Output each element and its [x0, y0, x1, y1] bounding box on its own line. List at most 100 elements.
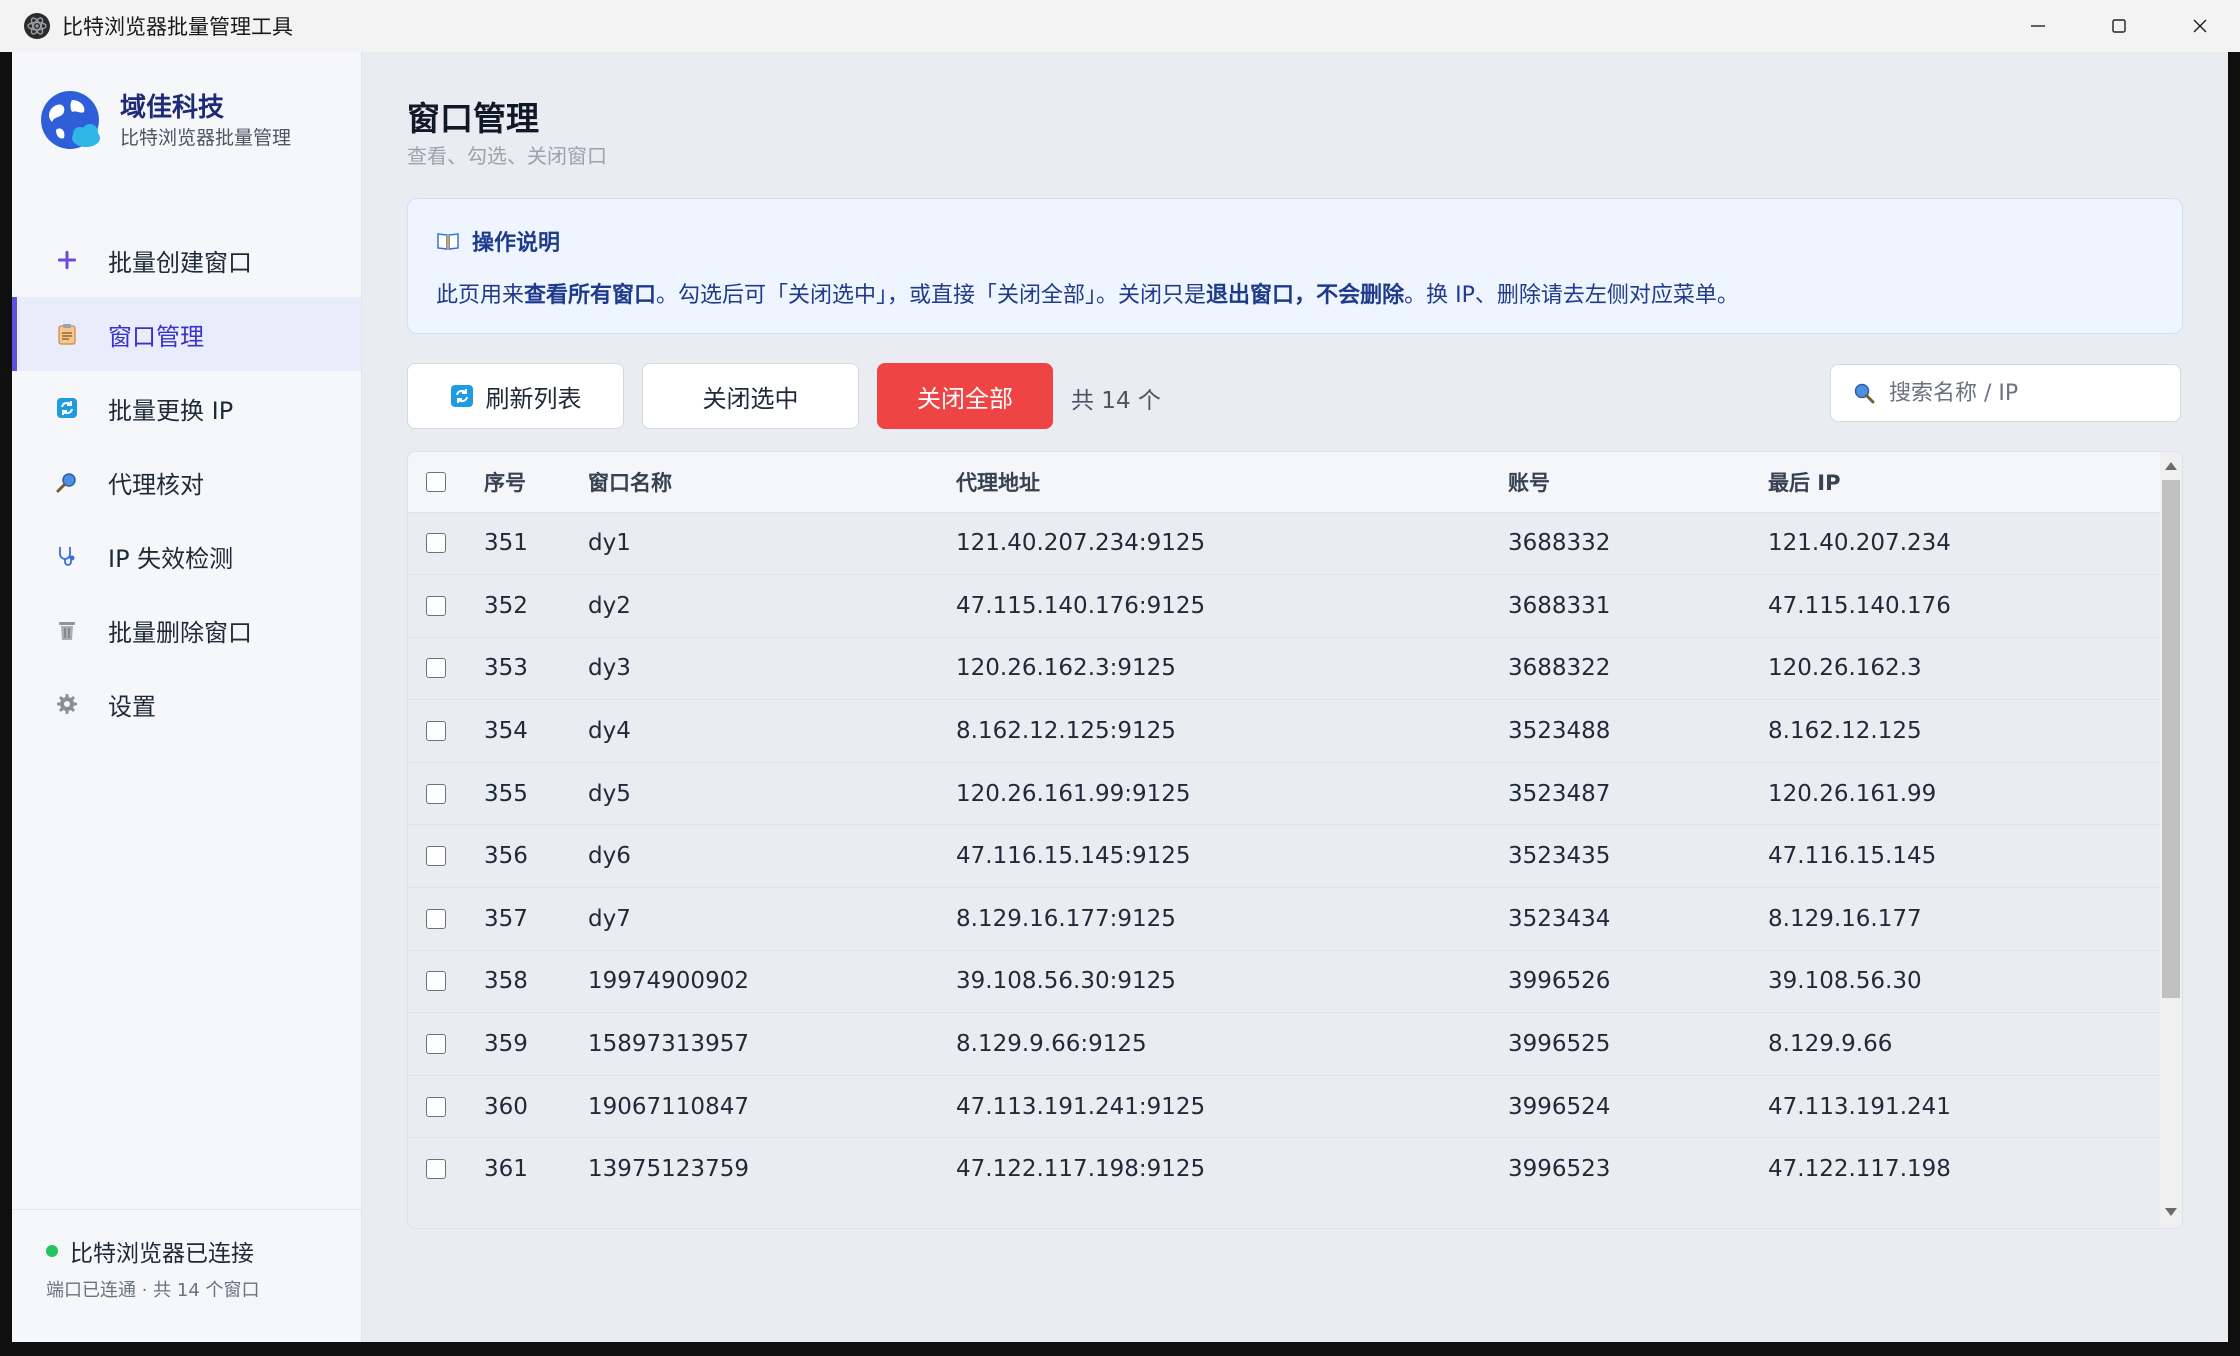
table-row[interactable]: 354 dy4 8.162.12.125:9125 3523488 8.162.12.1…	[408, 699, 2160, 763]
sidebar-item-label: 代理核对	[108, 470, 204, 499]
close-all-button[interactable]: 关闭全部	[877, 363, 1053, 429]
trash-icon	[52, 615, 82, 645]
sidebar-nav: 批量创建窗口 窗口管理 批量更换 IP 代理核对 IP 失效检测 批量删除窗口 …	[12, 223, 361, 741]
close-selected-button[interactable]: 关闭选中	[642, 363, 859, 429]
sidebar-item-label: 批量删除窗口	[108, 618, 252, 647]
plus-icon	[52, 245, 82, 275]
row-checkbox[interactable]	[426, 971, 446, 992]
table-row[interactable]: 352 dy2 47.115.140.176:9125 3688331 47.115.1…	[408, 574, 2160, 638]
table-row[interactable]: 351 dy1 121.40.207.234:9125 3688332 121.40.2…	[408, 512, 2160, 575]
window-title: 比特浏览器批量管理工具	[62, 15, 293, 39]
refresh-list-button[interactable]: 刷新列表	[407, 363, 624, 429]
search-box[interactable]	[1830, 364, 2181, 422]
account-id: 3523487	[1508, 780, 1611, 807]
row-checkbox[interactable]	[426, 1159, 446, 1180]
column-header[interactable]: 窗口名称	[588, 452, 956, 512]
last-ip: 47.122.117.198	[1768, 1156, 1951, 1183]
window-name: 19974900902	[588, 968, 749, 995]
instructions-panel: 操作说明 此页用来查看所有窗口。勾选后可「关闭选中」，或直接「关闭全部」。关闭只…	[407, 198, 2183, 334]
status-text: 比特浏览器已连接	[70, 1241, 254, 1267]
refresh-icon	[52, 393, 82, 423]
page-title: 窗口管理	[407, 99, 539, 138]
account-id: 3996525	[1508, 1031, 1611, 1058]
refresh-list-label: 刷新列表	[485, 384, 582, 413]
proxy-address: 47.115.140.176:9125	[956, 592, 1206, 619]
account-id: 3996524	[1508, 1093, 1611, 1120]
last-ip: 8.162.12.125	[1768, 718, 1922, 745]
close-window-button[interactable]	[2159, 0, 2240, 52]
minimize-button[interactable]	[1997, 0, 2078, 52]
scroll-down-arrow[interactable]	[2165, 1208, 2177, 1216]
account-id: 3523488	[1508, 718, 1611, 745]
window-name: dy5	[588, 780, 631, 807]
maximize-button[interactable]	[2078, 0, 2159, 52]
sidebar-item-batch-change-ip[interactable]: 批量更换 IP	[12, 371, 361, 445]
account-id: 3688331	[1508, 592, 1611, 619]
last-ip: 120.26.162.3	[1768, 655, 1922, 682]
row-checkbox[interactable]	[426, 658, 446, 679]
instructions-heading: 操作说明	[472, 231, 561, 256]
sidebar-item-settings[interactable]: 设置	[12, 667, 361, 741]
sidebar-item-label: 设置	[108, 692, 156, 721]
column-header[interactable]: 账号	[1508, 452, 1768, 512]
sidebar-item-label: 批量创建窗口	[108, 248, 252, 277]
last-ip: 8.129.9.66	[1768, 1031, 1893, 1058]
scroll-thumb[interactable]	[2162, 480, 2180, 998]
table-row[interactable]: 359 15897313957 8.129.9.66:9125 3996525 8.12…	[408, 1012, 2160, 1076]
row-checkbox[interactable]	[426, 533, 446, 554]
proxy-address: 47.116.15.145:9125	[956, 843, 1191, 870]
sidebar-item-proxy-check[interactable]: 代理核对	[12, 445, 361, 519]
proxy-address: 120.26.161.99:9125	[956, 780, 1191, 807]
account-id: 3996523	[1508, 1156, 1611, 1183]
table-row[interactable]: 353 dy3 120.26.162.3:9125 3688322 120.26.162…	[408, 637, 2160, 700]
table-row[interactable]: 361 13975123759 47.122.117.198:9125 3996523…	[408, 1137, 2160, 1201]
sidebar-item-window-manage[interactable]: 窗口管理	[12, 297, 361, 371]
table-row[interactable]: 357 dy7 8.129.16.177:9125 3523434 8.129.16.1…	[408, 887, 2160, 951]
instructions-body: 此页用来查看所有窗口。勾选后可「关闭选中」，或直接「关闭全部」。关闭只是退出窗口…	[436, 283, 1739, 308]
row-index: 359	[484, 1031, 528, 1058]
table-row[interactable]: 360 19067110847 47.113.191.241:9125 3996524…	[408, 1075, 2160, 1138]
sidebar-item-batch-delete[interactable]: 批量删除窗口	[12, 593, 361, 667]
proxy-address: 8.129.16.177:9125	[956, 905, 1176, 932]
proxy-address: 8.162.12.125:9125	[956, 718, 1176, 745]
table-row[interactable]: 355 dy5 120.26.161.99:9125 3523487 120.26.16…	[408, 762, 2160, 825]
account-id: 3996526	[1508, 968, 1611, 995]
row-index: 351	[484, 530, 528, 557]
proxy-address: 47.122.117.198:9125	[956, 1156, 1206, 1183]
proxy-address: 120.26.162.3:9125	[956, 655, 1176, 682]
sidebar-item-label: 窗口管理	[108, 322, 204, 351]
table-row[interactable]: 358 19974900902 39.108.56.30:9125 3996526 39…	[408, 950, 2160, 1013]
windows-table: 序号 窗口名称 代理地址 账号 最后 IP 351 dy1 121.40.207.2…	[407, 451, 2183, 1229]
row-checkbox[interactable]	[426, 846, 446, 867]
magnifier-icon	[52, 467, 82, 497]
minimize-icon	[2030, 25, 2045, 27]
row-index: 352	[484, 592, 528, 619]
table-row[interactable]: 356 dy6 47.116.15.145:9125 3523435 47.116.15…	[408, 824, 2160, 888]
search-icon	[1853, 382, 1875, 404]
vertical-scrollbar[interactable]	[2160, 452, 2182, 1228]
toolbar: 刷新列表 关闭选中 关闭全部 共 14 个	[407, 363, 2181, 429]
row-checkbox[interactable]	[426, 908, 446, 929]
search-input[interactable]	[1887, 379, 2161, 407]
proxy-address: 8.129.9.66:9125	[956, 1031, 1147, 1058]
app-frame: 域佳科技 比特浏览器批量管理 批量创建窗口 窗口管理 批量更换 IP 代理核对 …	[12, 52, 2228, 1342]
sidebar-item-label: 批量更换 IP	[108, 396, 234, 425]
row-checkbox[interactable]	[426, 721, 446, 742]
row-checkbox[interactable]	[426, 1096, 446, 1117]
row-checkbox[interactable]	[426, 1034, 446, 1055]
select-all-checkbox[interactable]	[426, 471, 446, 492]
window-name: 19067110847	[588, 1093, 749, 1120]
column-header[interactable]: 序号	[484, 452, 588, 512]
sidebar-item-batch-create[interactable]: 批量创建窗口	[12, 223, 361, 297]
column-header[interactable]: 代理地址	[956, 452, 1508, 512]
page-subtitle: 查看、勾选、关闭窗口	[407, 144, 607, 168]
window-name: 15897313957	[588, 1031, 749, 1058]
account-id: 3688332	[1508, 530, 1611, 557]
column-header[interactable]: 最后 IP	[1768, 452, 2160, 512]
sidebar: 域佳科技 比特浏览器批量管理 批量创建窗口 窗口管理 批量更换 IP 代理核对 …	[12, 52, 362, 1342]
scroll-up-arrow[interactable]	[2165, 462, 2177, 470]
sidebar-item-ip-check[interactable]: IP 失效检测	[12, 519, 361, 593]
row-checkbox[interactable]	[426, 783, 446, 804]
row-checkbox[interactable]	[426, 595, 446, 616]
maximize-icon	[2111, 19, 2126, 33]
